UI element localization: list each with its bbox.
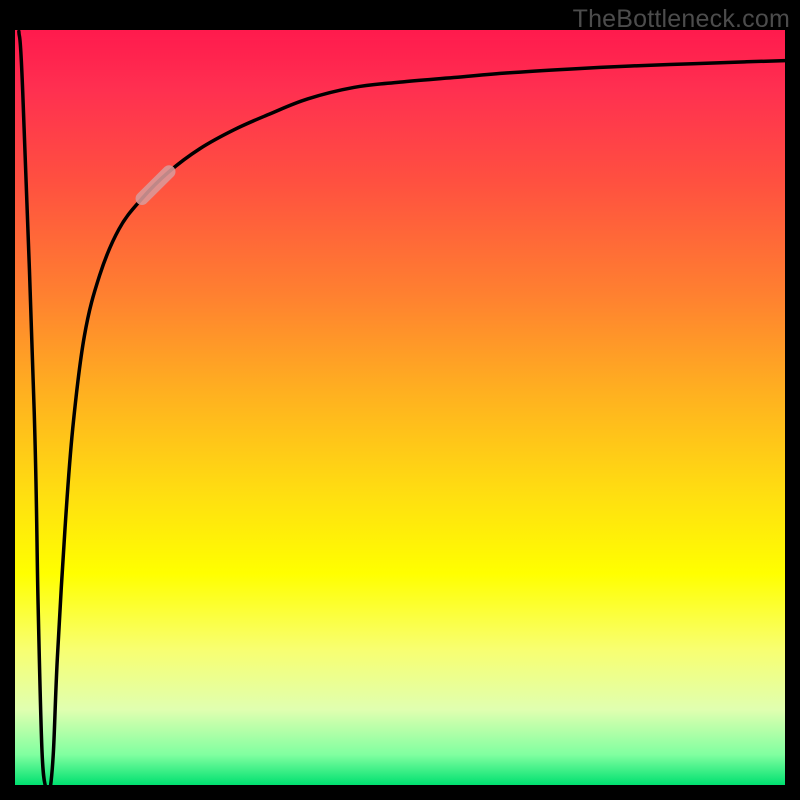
bottleneck-chart: TheBottleneck.com	[0, 0, 800, 800]
highlight-segment	[142, 172, 169, 199]
curve-layer	[15, 30, 785, 796]
watermark-text: TheBottleneck.com	[573, 5, 790, 34]
bottleneck-curve-path	[19, 32, 785, 793]
